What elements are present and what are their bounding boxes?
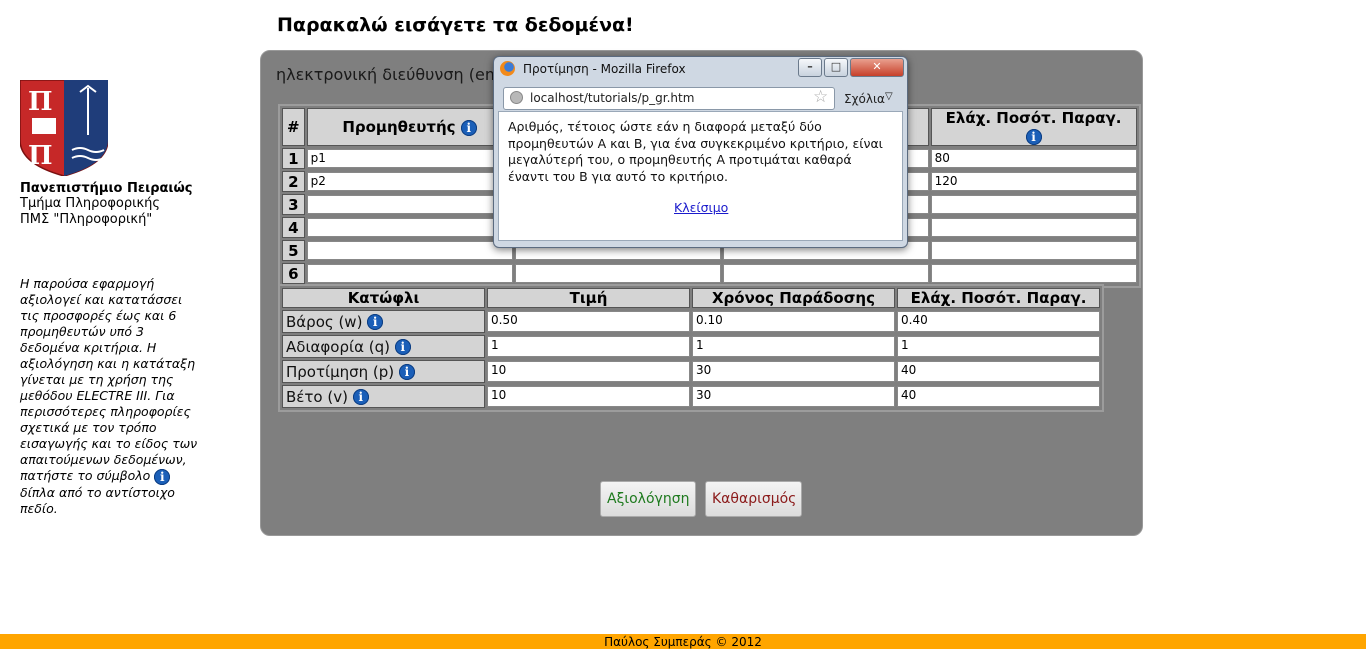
footer: Παύλος Συμπεράς © 2012 [0,634,1366,649]
row-number: 5 [282,240,305,261]
threshold-label: Προτίμηση (p) i [282,360,485,383]
supplier-name-input[interactable] [306,195,513,214]
col-threshold: Κατώφλι [282,288,485,308]
min-quantity-input[interactable] [930,264,1137,283]
min-quantity-input[interactable]: 80 [930,149,1137,168]
col-price: Τιμή [487,288,690,308]
veto-delivery-input[interactable]: 30 [692,386,895,407]
row-number: 4 [282,217,305,238]
col-number: # [282,108,305,146]
info-icon[interactable]: i [352,389,369,405]
preference-price-input[interactable]: 10 [487,361,690,382]
col-min-quantity-label: Ελάχ. Ποσότ. Παραγ. [945,109,1122,127]
minimize-icon[interactable]: – [798,58,822,77]
info-icon[interactable]: i [1025,128,1042,145]
price-input[interactable] [514,264,721,283]
row-number: 2 [282,171,305,192]
url-text: localhost/tutorials/p_gr.htm [530,91,695,105]
supplier-name-input[interactable] [306,218,513,237]
row-number: 6 [282,263,305,284]
col-supplier: Προμηθευτής i [306,108,513,146]
close-link[interactable]: Κλείσιμο [674,200,728,215]
indifference-price-input[interactable]: 1 [487,336,690,357]
veto-price-input[interactable]: 10 [487,386,690,407]
min-quantity-input[interactable] [930,195,1137,214]
threshold-label: Αδιαφορία (q) i [282,335,485,358]
app-description: Η παρούσα εφαρμογή αξιολογεί και κατατάσ… [20,276,200,517]
threshold-row-weight: Βάρος (w) i 0.50 0.10 0.40 [282,310,1100,333]
page-heading: Παρακαλώ εισάγετε τα δεδομένα! [277,14,634,36]
threshold-label-text: Προτίμηση (p) [286,362,395,381]
supplier-name-input[interactable] [306,264,513,283]
info-icon[interactable]: i [367,314,384,330]
clear-button[interactable]: Καθαρισμός [705,481,802,517]
threshold-label: Βάρος (w) i [282,310,485,333]
close-icon[interactable]: ✕ [850,58,904,77]
threshold-label-text: Βέτο (v) [286,387,348,406]
weight-price-input[interactable]: 0.50 [487,311,690,332]
info-icon: i [154,468,171,485]
indifference-delivery-input[interactable]: 1 [692,336,895,357]
chevron-down-icon[interactable]: ▽ [885,91,893,102]
supplier-name-input[interactable] [306,241,513,260]
email-label: ηλεκτρονική διεύθυνση (em [276,65,501,84]
info-icon[interactable]: i [394,339,411,355]
evaluate-button[interactable]: Αξιολόγηση [600,481,696,517]
supplier-name-input[interactable]: p1 [306,149,513,168]
thresholds-table: Κατώφλι Τιμή Χρόνος Παράδοσης Ελάχ. Ποσό… [278,284,1104,412]
program-name: ΠΜΣ "Πληροφορική" [20,212,153,227]
popup-text: Αριθμός, τέτοιος ώστε εάν η διαφορά μετα… [508,119,883,184]
veto-quantity-input[interactable]: 40 [897,386,1100,407]
department-name: Τμήμα Πληροφορικής [20,196,161,211]
row-number: 3 [282,194,305,215]
svg-text:Π: Π [28,87,53,117]
table-row: 6 [282,263,1137,284]
bookmark-star-icon[interactable]: ☆ [813,87,828,107]
info-icon[interactable]: i [398,364,415,380]
indifference-quantity-input[interactable]: 1 [897,336,1100,357]
threshold-label-text: Βάρος (w) [286,312,363,331]
info-icon[interactable]: i [460,119,477,136]
preference-quantity-input[interactable]: 40 [897,361,1100,382]
globe-icon [510,91,523,104]
popup-title: Προτίμηση - Mozilla Firefox [523,62,686,76]
col-delivery: Χρόνος Παράδοσης [692,288,895,308]
min-quantity-input[interactable]: 120 [930,172,1137,191]
col-supplier-label: Προμηθευτής [342,118,456,136]
thresholds-header-row: Κατώφλι Τιμή Χρόνος Παράδοσης Ελάχ. Ποσό… [282,288,1100,308]
svg-text:Π: Π [28,141,53,171]
min-quantity-input[interactable] [930,218,1137,237]
department-info: Τμήμα Πληροφορικής ΠΜΣ "Πληροφορική" [20,196,160,228]
threshold-row-indifference: Αδιαφορία (q) i 1 1 1 [282,335,1100,358]
min-quantity-input[interactable] [930,241,1137,260]
threshold-label-text: Αδιαφορία (q) [286,337,390,356]
supplier-name-input[interactable]: p2 [306,172,513,191]
comments-menu[interactable]: Σχόλια [844,92,885,106]
description-text: Η παρούσα εφαρμογή αξιολογεί και κατατάσ… [20,276,198,483]
threshold-row-preference: Προτίμηση (p) i 10 30 40 [282,360,1100,383]
threshold-label: Βέτο (v) i [282,385,485,408]
university-logo: Π Π [20,80,108,176]
weight-quantity-input[interactable]: 0.40 [897,311,1100,332]
university-name: Πανεπιστήμιο Πειραιώς [20,181,193,196]
row-number: 1 [282,148,305,169]
threshold-row-veto: Βέτο (v) i 10 30 40 [282,385,1100,408]
delivery-input[interactable] [722,264,929,283]
firefox-icon [500,61,515,76]
weight-delivery-input[interactable]: 0.10 [692,311,895,332]
col-min-quantity: Ελάχ. Ποσότ. Παραγ. i [930,108,1137,146]
description-text-end: δίπλα από το αντίστοιχο πεδίο. [20,484,175,516]
col-min-quantity: Ελάχ. Ποσότ. Παραγ. [897,288,1100,308]
maximize-icon[interactable]: □ [824,58,848,77]
preference-delivery-input[interactable]: 30 [692,361,895,382]
